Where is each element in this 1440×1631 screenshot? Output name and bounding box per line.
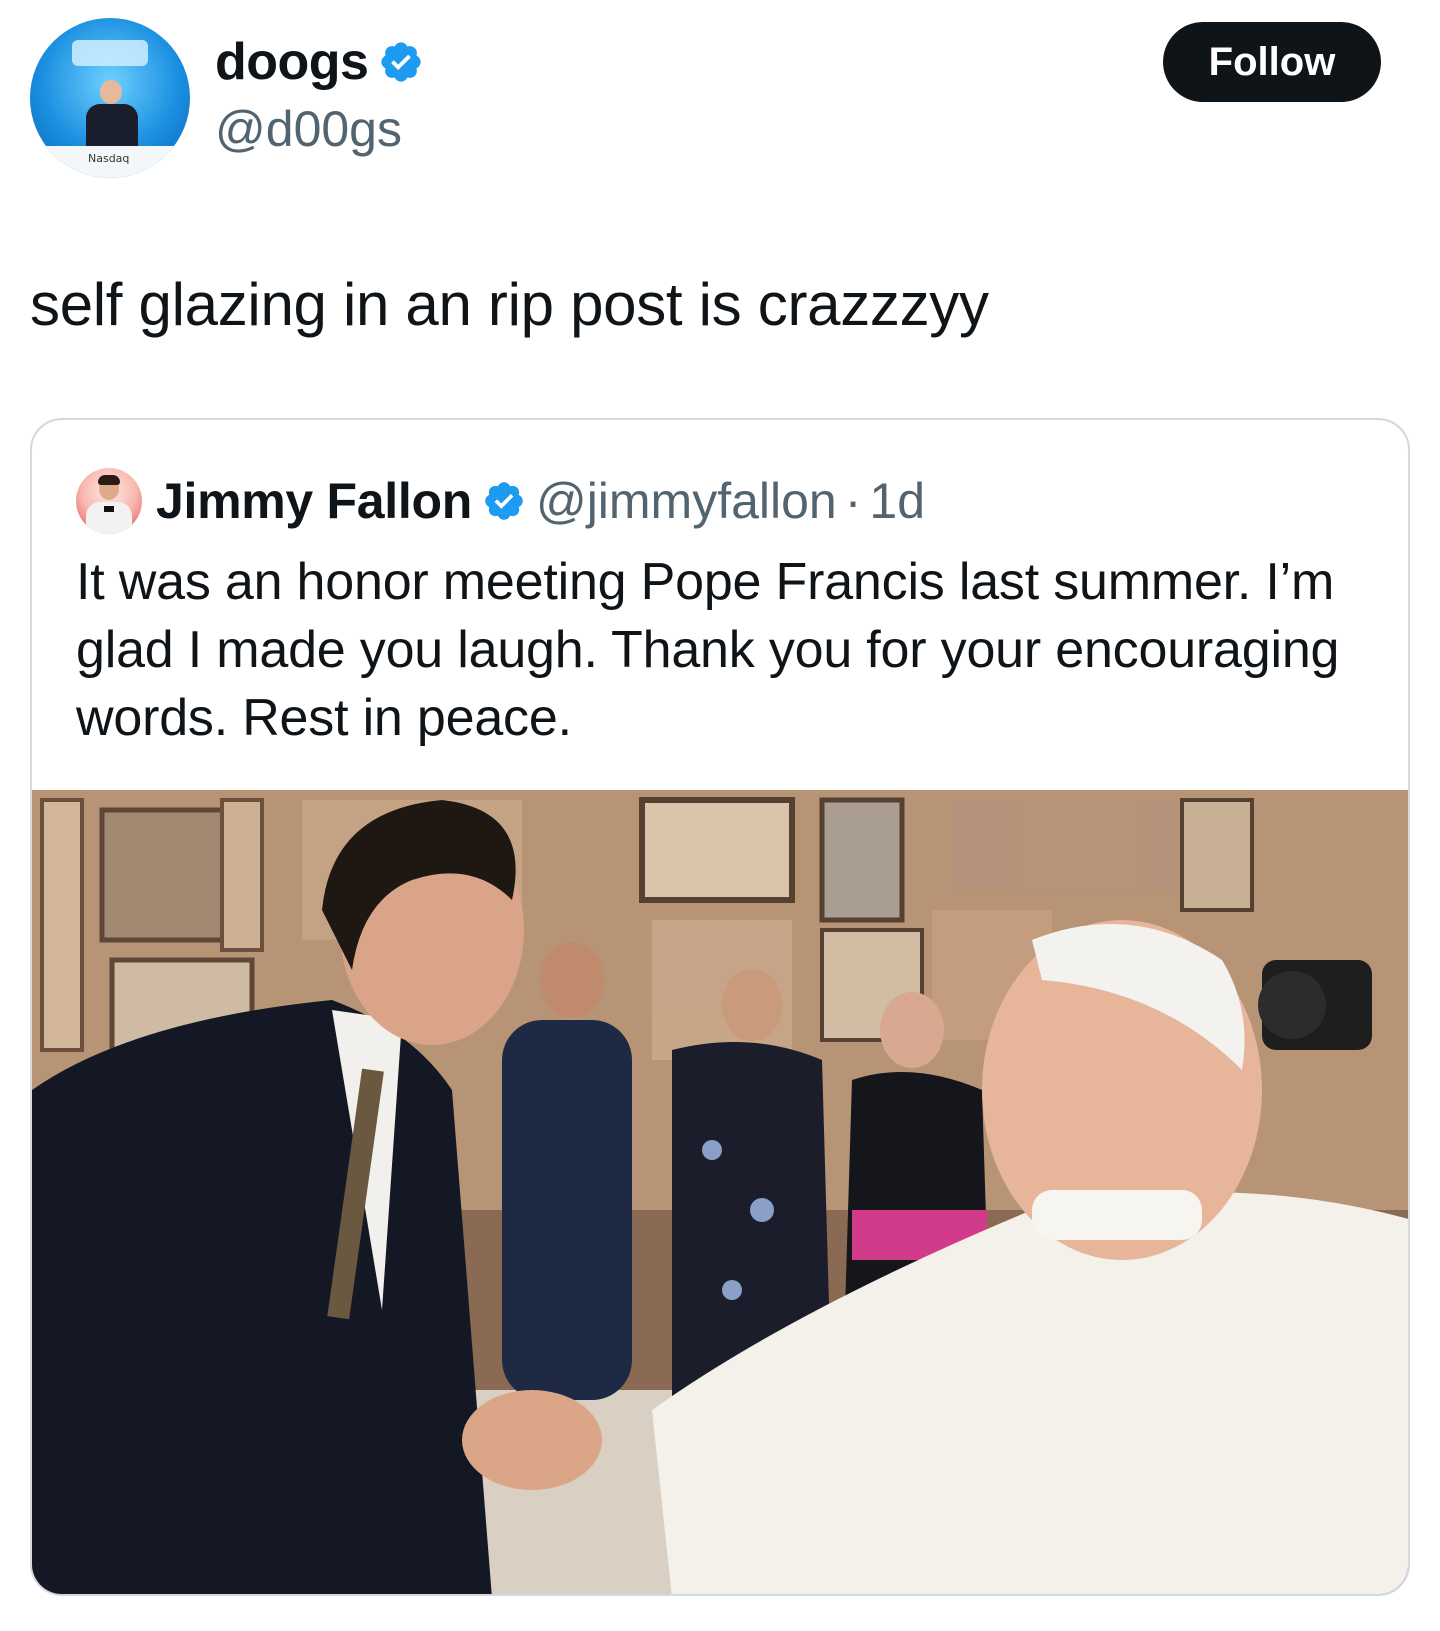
verified-badge-icon bbox=[381, 42, 422, 82]
quoted-separator: · bbox=[844, 473, 862, 529]
quoted-tweet-text: It was an honor meeting Pope Francis las… bbox=[76, 553, 1340, 747]
quoted-avatar-hair bbox=[98, 475, 120, 485]
quoted-author-name[interactable]: Jimmy Fallon bbox=[156, 472, 472, 530]
follow-button[interactable]: Follow bbox=[1163, 22, 1381, 102]
quoted-timestamp[interactable]: 1d bbox=[869, 472, 925, 530]
quoted-verified-badge-icon bbox=[485, 482, 523, 520]
avatar-person-head bbox=[100, 80, 122, 104]
quoted-tweet-card[interactable]: Jimmy Fallon @jimmyfallon · 1d It was an… bbox=[30, 418, 1410, 1596]
photo-illustration bbox=[32, 790, 1408, 1594]
avatar-person-body bbox=[86, 104, 138, 150]
quoted-tweet-header: Jimmy Fallon @jimmyfallon · 1d bbox=[76, 468, 925, 534]
avatar-banner bbox=[72, 40, 148, 66]
author-name-text: doogs bbox=[215, 33, 369, 91]
author-display-name[interactable]: doogs bbox=[215, 32, 424, 92]
tweet: Nasdaq doogs @d00gs Follow self glazing … bbox=[0, 0, 1440, 1631]
author-avatar[interactable]: Nasdaq bbox=[30, 18, 190, 178]
quoted-author-avatar[interactable] bbox=[76, 468, 142, 534]
quoted-tweet-photo[interactable] bbox=[32, 790, 1408, 1594]
author-handle[interactable]: @d00gs bbox=[215, 100, 402, 158]
tweet-text: self glazing in an rip post is crazzzyy bbox=[30, 271, 989, 338]
quoted-author-handle[interactable]: @jimmyfallon bbox=[536, 472, 837, 530]
quoted-avatar-tie bbox=[104, 506, 114, 512]
avatar-caption: Nasdaq bbox=[88, 152, 130, 165]
